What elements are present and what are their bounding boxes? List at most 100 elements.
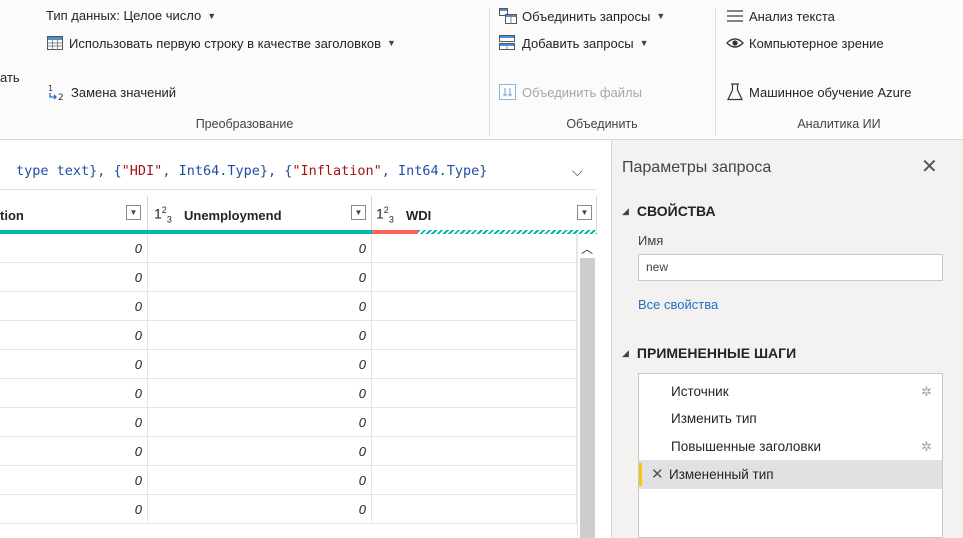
column-header[interactable]: 123 WDI ▼ [372, 196, 597, 234]
text-analytics-label: Анализ текста [749, 8, 835, 24]
query-settings-pane: Параметры запроса ✕ ◢ СВОЙСТВА Имя new В… [611, 140, 963, 538]
azure-ml-button[interactable]: Машинное обучение Azure [726, 83, 912, 101]
formula-string: "Inflation" [292, 163, 382, 179]
formula-text[interactable]: type text}, {"HDI", Int64.Type}, {"Infla… [16, 163, 487, 179]
group-label-ai: Аналитика ИИ [797, 117, 881, 131]
name-label: Имя [638, 233, 664, 248]
table-row: 00 [0, 321, 597, 350]
applied-steps-list: Источник ✲ Изменить тип Повышенные загол… [638, 373, 943, 538]
gear-icon[interactable]: ✲ [921, 432, 932, 461]
formula-bar[interactable]: type text}, {"HDI", Int64.Type}, {"Infla… [0, 150, 597, 190]
column-filter-dropdown-icon[interactable]: ▼ [577, 205, 592, 220]
append-queries-button[interactable]: Добавить запросы ▼ [499, 35, 649, 51]
ribbon: ать Тип данных: Целое число ▼ Использова… [0, 0, 963, 140]
svg-text:1: 1 [48, 84, 53, 93]
formula-part: , Int64.Type} [381, 163, 488, 179]
collapse-triangle-icon: ◢ [622, 205, 629, 216]
query-name-input[interactable]: new [638, 254, 943, 281]
table-cell[interactable] [372, 350, 577, 379]
properties-header-label: СВОЙСТВА [636, 203, 716, 219]
vertical-scrollbar-thumb[interactable] [580, 258, 595, 538]
table-row: 00 [0, 408, 597, 437]
applied-step[interactable]: Повышенные заголовки ✲ [639, 432, 942, 461]
applied-step[interactable]: Изменить тип [639, 404, 942, 433]
table-cell[interactable]: 0 [148, 408, 372, 437]
table-cell[interactable]: 0 [148, 437, 372, 466]
table-cell[interactable]: 0 [148, 495, 372, 524]
table-cell[interactable]: 0 [148, 466, 372, 495]
table-row: 00 [0, 234, 597, 263]
flask-icon [726, 83, 744, 101]
ribbon-truncated-button[interactable]: ать [0, 70, 20, 85]
replace-values-button[interactable]: 12 Замена значений [46, 84, 176, 101]
table-cell[interactable] [372, 234, 577, 263]
table-cell[interactable]: 0 [0, 292, 148, 321]
delete-step-icon[interactable]: ✕ [651, 460, 664, 489]
append-queries-label: Добавить запросы [522, 35, 634, 51]
use-first-row-label: Использовать первую строку в качестве за… [69, 35, 382, 51]
gear-icon[interactable]: ✲ [921, 377, 932, 406]
table-cell[interactable] [372, 437, 577, 466]
table-cell[interactable]: 0 [0, 495, 148, 524]
table-cell[interactable]: 0 [0, 263, 148, 292]
column-header[interactable]: tion ▼ [0, 196, 148, 234]
merge-queries-icon [499, 8, 517, 24]
table-row: 00 [0, 466, 597, 495]
table-cell[interactable]: 0 [0, 437, 148, 466]
chevron-down-icon: ▼ [207, 10, 217, 21]
table-cell[interactable]: 0 [148, 379, 372, 408]
table-cell[interactable]: 0 [148, 234, 372, 263]
close-icon[interactable]: ✕ [921, 154, 938, 179]
formula-part: , Int64.Type}, { [162, 163, 293, 179]
column-header[interactable]: 123 Unemploymend ▼ [148, 196, 372, 234]
table-cell[interactable]: 0 [0, 379, 148, 408]
applied-step[interactable]: Источник ✲ [639, 377, 942, 406]
all-properties-link[interactable]: Все свойства [638, 297, 718, 312]
group-label-transform: Преобразование [195, 117, 294, 131]
table-cell[interactable]: 0 [0, 234, 148, 263]
column-filter-dropdown-icon[interactable]: ▼ [351, 205, 366, 220]
azure-ml-label: Машинное обучение Azure [749, 84, 912, 100]
table-row: 00 [0, 350, 597, 379]
applied-step-label: Изменить тип [671, 411, 757, 426]
table-cell[interactable] [372, 379, 577, 408]
column-header-label: Unemploymend [184, 207, 282, 223]
applied-step-label: Повышенные заголовки [671, 439, 821, 454]
table-cell[interactable]: 0 [148, 263, 372, 292]
table-cell[interactable] [372, 495, 577, 524]
table-cell[interactable]: 0 [148, 292, 372, 321]
vision-button[interactable]: Компьютерное зрение [726, 35, 884, 51]
table-cell[interactable] [372, 408, 577, 437]
table-cell[interactable]: 0 [148, 350, 372, 379]
whole-number-type-icon[interactable]: 123 [376, 205, 394, 224]
eye-icon [726, 35, 744, 51]
whole-number-type-icon[interactable]: 123 [154, 205, 172, 224]
pane-title: Параметры запроса [622, 159, 772, 176]
merge-queries-button[interactable]: Объединить запросы ▼ [499, 8, 665, 24]
column-header-label: WDI [406, 207, 432, 223]
table-cell[interactable]: 0 [0, 350, 148, 379]
applied-step-selected[interactable]: ✕ Измененный тип [639, 460, 942, 489]
applied-steps-header-label: ПРИМЕНЕННЫЕ ШАГИ [636, 345, 797, 361]
use-first-row-button[interactable]: Использовать первую строку в качестве за… [46, 35, 396, 51]
table-cell[interactable]: 0 [0, 321, 148, 350]
table-cell[interactable]: 0 [0, 466, 148, 495]
table-row: 00 [0, 437, 597, 466]
applied-steps-section-header[interactable]: ◢ ПРИМЕНЕННЫЕ ШАГИ [622, 345, 796, 361]
table-cell[interactable]: 0 [148, 321, 372, 350]
applied-step-label: Измененный тип [669, 467, 774, 482]
text-analytics-button[interactable]: Анализ текста [726, 8, 835, 24]
data-type-dropdown[interactable]: Тип данных: Целое число ▼ [46, 8, 216, 23]
expand-formula-chevron-icon[interactable]: ⌵ [572, 163, 583, 180]
table-row: 00 [0, 495, 597, 524]
table-row: 00 [0, 263, 597, 292]
table-cell[interactable] [372, 263, 577, 292]
table-cell[interactable] [372, 321, 577, 350]
table-cell[interactable] [372, 466, 577, 495]
column-filter-dropdown-icon[interactable]: ▼ [126, 205, 141, 220]
properties-section-header[interactable]: ◢ СВОЙСТВА [622, 203, 716, 219]
scroll-up-chevron-icon[interactable]: ︿ [578, 239, 596, 257]
table-cell[interactable] [372, 292, 577, 321]
table-cell[interactable]: 0 [0, 408, 148, 437]
combine-files-button[interactable]: Объединить файлы [499, 84, 642, 100]
